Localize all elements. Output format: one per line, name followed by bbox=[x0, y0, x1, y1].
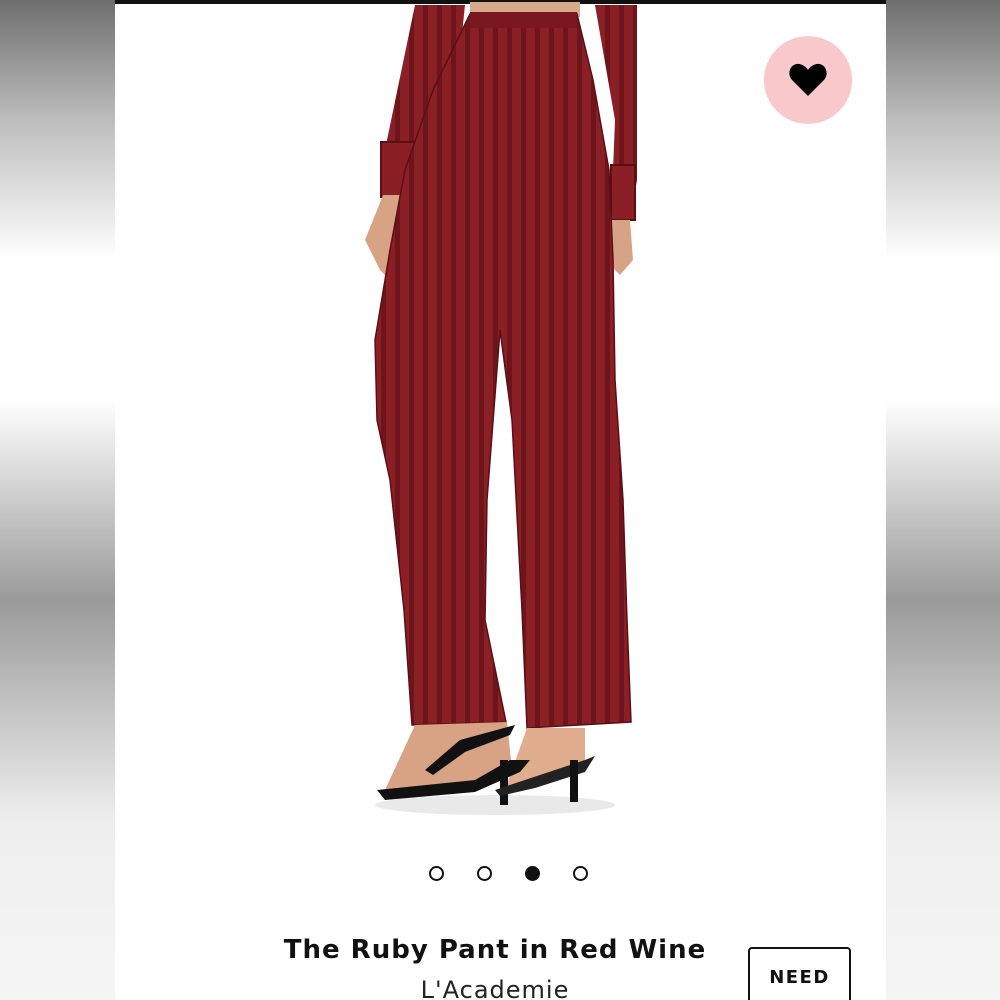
carousel-dot[interactable] bbox=[476, 866, 492, 881]
need-button-label: NEED bbox=[769, 967, 830, 988]
carousel-indicator bbox=[115, 866, 886, 886]
need-button[interactable]: NEED bbox=[748, 947, 851, 1000]
product-screen: The Ruby Pant in Red Wine L'Academie NEE… bbox=[115, 0, 886, 1000]
carousel-dot[interactable] bbox=[428, 866, 444, 881]
carousel-dot[interactable] bbox=[572, 866, 588, 881]
heart-icon bbox=[789, 63, 827, 96]
product-photo[interactable] bbox=[115, 0, 886, 830]
product-brand[interactable]: L'Academie bbox=[215, 976, 775, 1000]
favorite-button[interactable] bbox=[764, 36, 852, 124]
carousel-dot-active[interactable] bbox=[524, 866, 540, 881]
product-title: The Ruby Pant in Red Wine bbox=[283, 935, 707, 965]
